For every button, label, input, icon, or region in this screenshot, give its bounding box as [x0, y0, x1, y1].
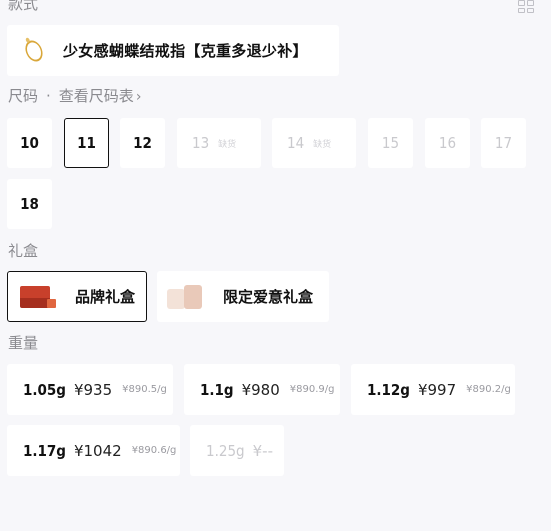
- size-option-17[interactable]: 17: [481, 118, 526, 168]
- unit-price: ¥890.9/g: [289, 384, 335, 395]
- chevron-right-icon[interactable]: ›: [136, 89, 142, 105]
- price-value: ¥980: [241, 380, 280, 399]
- red-gift-box-icon: [20, 285, 56, 308]
- price-value: ¥1042: [73, 441, 122, 460]
- price-value: ¥997: [417, 380, 457, 399]
- price-value: ¥--: [252, 441, 273, 460]
- unit-price: ¥890.5/g: [122, 384, 167, 395]
- size-section-label: 尺码: [8, 87, 39, 105]
- size-option-18[interactable]: 18: [7, 179, 52, 229]
- pink-gift-box-icon: [167, 283, 203, 311]
- weight-section-label: 重量: [8, 334, 39, 352]
- size-label: 13: [192, 134, 210, 152]
- weight-value: 1.17g: [23, 441, 66, 460]
- size-option-16[interactable]: 16: [425, 118, 470, 168]
- style-option-label: 少女感蝴蝶结戒指【克重多退少补】: [63, 42, 308, 60]
- weight-value: 1.05g: [23, 380, 66, 399]
- gift-option-limited[interactable]: 限定爱意礼盒: [157, 271, 329, 322]
- weight-value: 1.12g: [367, 380, 410, 399]
- ring-icon: [22, 37, 46, 64]
- unit-price: ¥890.6/g: [131, 445, 177, 456]
- weight-option-1-12g[interactable]: 1.12g ¥997 ¥890.2/g: [351, 364, 515, 415]
- grid-view-icon[interactable]: [518, 0, 534, 13]
- style-option-ring[interactable]: 少女感蝴蝶结戒指【克重多退少补】: [7, 25, 339, 76]
- gift-option-label: 品牌礼盒: [75, 288, 136, 306]
- out-of-stock-tag: 缺货: [313, 139, 332, 150]
- size-option-12[interactable]: 12: [120, 118, 165, 168]
- out-of-stock-tag: 缺货: [218, 139, 237, 150]
- weight-option-1-17g[interactable]: 1.17g ¥1042 ¥890.6/g: [7, 425, 180, 476]
- weight-value: 1.25g: [206, 441, 245, 460]
- size-chart-link[interactable]: 查看尺码表: [59, 87, 134, 105]
- weight-option-1-1g[interactable]: 1.1g ¥980 ¥890.9/g: [184, 364, 340, 415]
- style-section-label: 款式: [8, 0, 39, 13]
- gift-option-label: 限定爱意礼盒: [223, 288, 314, 306]
- size-option-14[interactable]: 14 缺货: [272, 118, 356, 168]
- separator-dot: ·: [46, 87, 51, 105]
- weight-value: 1.1g: [200, 380, 234, 399]
- size-option-15[interactable]: 15: [368, 118, 413, 168]
- size-section-header: 尺码 · 查看尺码表 ›: [8, 86, 141, 107]
- size-option-13[interactable]: 13 缺货: [177, 118, 261, 168]
- size-label: 14: [287, 134, 305, 152]
- weight-option-1-25g[interactable]: 1.25g ¥--: [190, 425, 284, 476]
- size-option-11[interactable]: 11: [64, 118, 109, 168]
- weight-option-1-05g[interactable]: 1.05g ¥935 ¥890.5/g: [7, 364, 173, 415]
- price-value: ¥935: [73, 380, 113, 399]
- size-option-10[interactable]: 10: [7, 118, 52, 168]
- unit-price: ¥890.2/g: [466, 384, 511, 395]
- gift-section-label: 礼盒: [8, 242, 39, 260]
- gift-option-brand[interactable]: 品牌礼盒: [7, 271, 147, 322]
